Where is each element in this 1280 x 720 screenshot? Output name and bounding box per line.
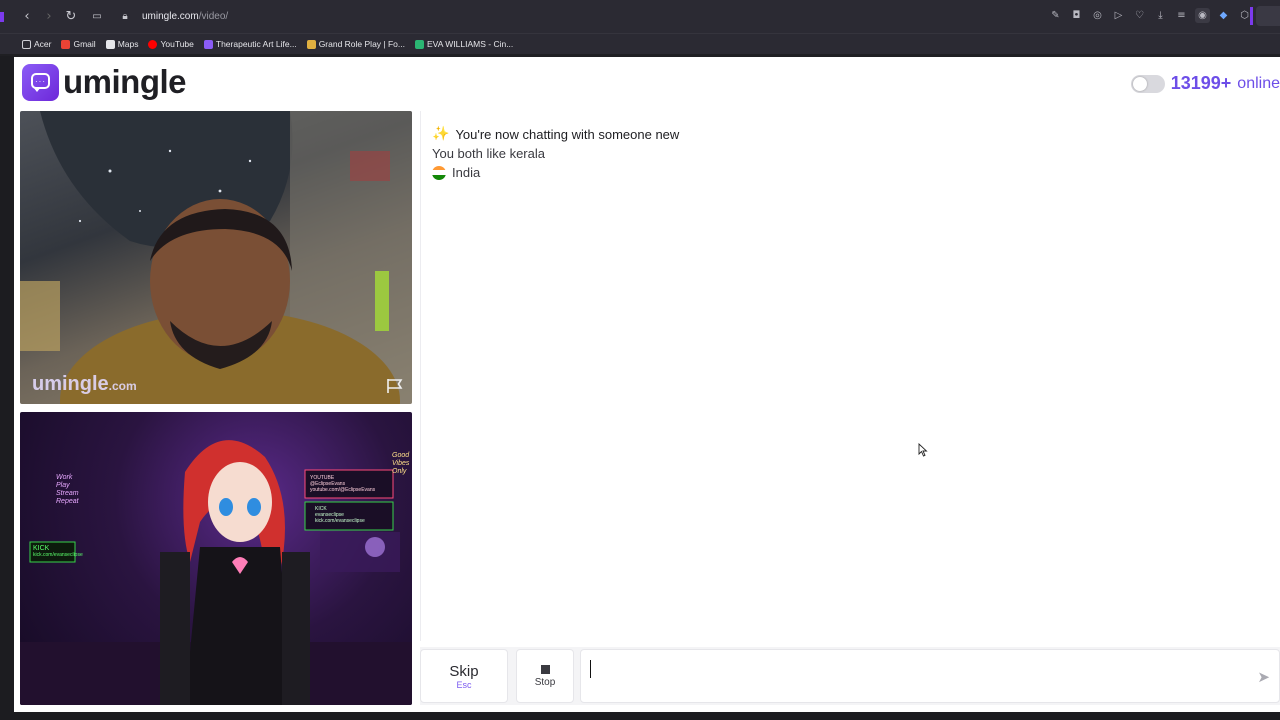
extension-icon[interactable]: ◆	[1216, 8, 1231, 23]
neon-sign-right-line: Good	[392, 452, 410, 459]
kick-card: KICK evanseclipse kick.com/evanseclipse	[315, 506, 365, 524]
youtube-card: YOUTUBE @EclipseEvans youtube.com/@Eclip…	[310, 475, 375, 493]
message-input[interactable]	[580, 649, 1280, 703]
stranger-video-frame	[20, 111, 412, 404]
common-interest-message: You both like kerala	[432, 146, 545, 161]
neon-sign-left-line: Work	[56, 474, 73, 481]
logo-text: umingle	[63, 63, 187, 100]
address-bar[interactable]: ▭ 🔒︎ umingle.com/video/	[86, 6, 228, 28]
site-icon	[306, 39, 316, 49]
browser-toolbar: ‹ › ↻ ▭ 🔒︎ umingle.com/video/ ✎ ◘ ◎ ▷ ♡ …	[0, 0, 1280, 33]
bookmark-maps[interactable]: Maps	[105, 39, 138, 49]
kick-badge-url: kick.com/evanseclipse	[33, 552, 83, 558]
bookmark-grand-role-play[interactable]: Grand Role Play | Fo...	[306, 39, 405, 49]
sidebar-divider	[1250, 7, 1253, 25]
forward-icon[interactable]: ›	[38, 6, 60, 28]
country-text: India	[452, 165, 481, 180]
self-video: YOUTUBE @EclipseEvans youtube.com/@Eclip…	[20, 412, 412, 705]
chat-log: ✨ You're now chatting with someone new Y…	[420, 111, 1280, 641]
reload-icon[interactable]: ↻	[60, 6, 82, 28]
online-label: online	[1237, 74, 1280, 92]
bookmark-eva-williams[interactable]: EVA WILLIAMS - Cin...	[415, 39, 513, 49]
skip-shortcut-hint: Esc	[456, 679, 472, 690]
url-text[interactable]: umingle.com/video/	[142, 11, 228, 22]
window-accent	[0, 12, 4, 22]
neon-sign-left-line: Play	[56, 482, 70, 489]
play-icon[interactable]: ▷	[1111, 8, 1126, 23]
heart-icon[interactable]: ♡	[1132, 8, 1147, 23]
neon-sign-right-line: Vibes	[392, 460, 410, 467]
site-logo[interactable]: ··· umingle	[22, 63, 187, 101]
neon-sign-left: Work Play Stream Repeat	[56, 474, 79, 506]
bookmark-gmail[interactable]: Gmail	[61, 39, 96, 49]
youtube-card-url: youtube.com/@EclipseEvans	[310, 487, 376, 493]
mouse-cursor-icon	[918, 443, 928, 457]
kick-card-url: kick.com/evanseclipse	[315, 518, 365, 524]
bookmark-therapeutic-art[interactable]: Therapeutic Art Life...	[203, 39, 297, 49]
taskbar-edge	[0, 712, 1280, 720]
gmail-icon	[61, 39, 71, 49]
chat-controls: Skip Esc Stop ➤	[420, 647, 1280, 705]
video-watermark: umingle.com	[32, 373, 137, 395]
kick-badge: KICK kick.com/evanseclipse	[33, 545, 83, 559]
bookmark-acer[interactable]: Acer	[22, 39, 51, 49]
text-caret	[590, 660, 591, 678]
youtube-icon	[148, 39, 158, 49]
report-flag-icon[interactable]	[386, 378, 404, 394]
page: ··· umingle 13199+ online umingle.com YO…	[14, 57, 1280, 712]
skip-button[interactable]: Skip Esc	[420, 649, 508, 703]
menu-icon[interactable]: ≡	[1174, 8, 1189, 23]
stop-icon	[540, 664, 550, 674]
document-icon	[105, 39, 115, 49]
site-icon	[203, 39, 213, 49]
neon-sign-right: Good Vibes Only	[392, 452, 409, 476]
browser-sidebar	[0, 56, 14, 720]
page-info-icon[interactable]: ▭	[86, 6, 108, 28]
stop-label: Stop	[534, 676, 556, 688]
neon-sign-right-line: Only	[392, 468, 407, 475]
bookmark-youtube[interactable]: YouTube	[148, 39, 194, 49]
stop-button[interactable]: Stop	[516, 649, 574, 703]
chat-status-message: ✨ You're now chatting with someone new	[432, 126, 679, 142]
download-icon[interactable]: ⤓	[1153, 8, 1168, 23]
country-message: India	[432, 165, 480, 180]
profile-icon[interactable]: ◉	[1195, 8, 1210, 23]
skip-label: Skip	[449, 662, 479, 680]
stranger-video: umingle.com	[20, 111, 412, 404]
india-flag-icon	[432, 165, 446, 180]
neon-sign-left-line: Stream	[56, 490, 79, 497]
kick-badge-label: KICK	[33, 545, 50, 552]
site-icon	[415, 39, 424, 49]
online-count: 13199+	[1170, 73, 1232, 93]
send-icon[interactable]: ➤	[1257, 668, 1270, 686]
back-icon[interactable]: ‹	[16, 6, 38, 28]
bookmarks-bar: Acer Gmail Maps YouTube Therapeutic Art …	[0, 33, 1280, 54]
sparkle-icon: ✨	[432, 126, 450, 142]
neon-sign-left-line: Repeat	[56, 498, 79, 505]
lock-icon[interactable]: 🔒︎	[114, 6, 136, 28]
edit-icon[interactable]: ✎	[1048, 8, 1063, 23]
sidebar-tab[interactable]	[1256, 6, 1280, 26]
chat-status-text: You're now chatting with someone new	[455, 126, 680, 142]
chat-bubble-icon: ···	[22, 63, 59, 101]
online-indicator: 13199+ online	[1130, 73, 1280, 94]
camera-icon[interactable]: ◘	[1069, 8, 1084, 23]
folder-icon	[22, 39, 31, 49]
dark-mode-toggle[interactable]	[1130, 74, 1165, 93]
shield-icon[interactable]: ◎	[1090, 8, 1105, 23]
